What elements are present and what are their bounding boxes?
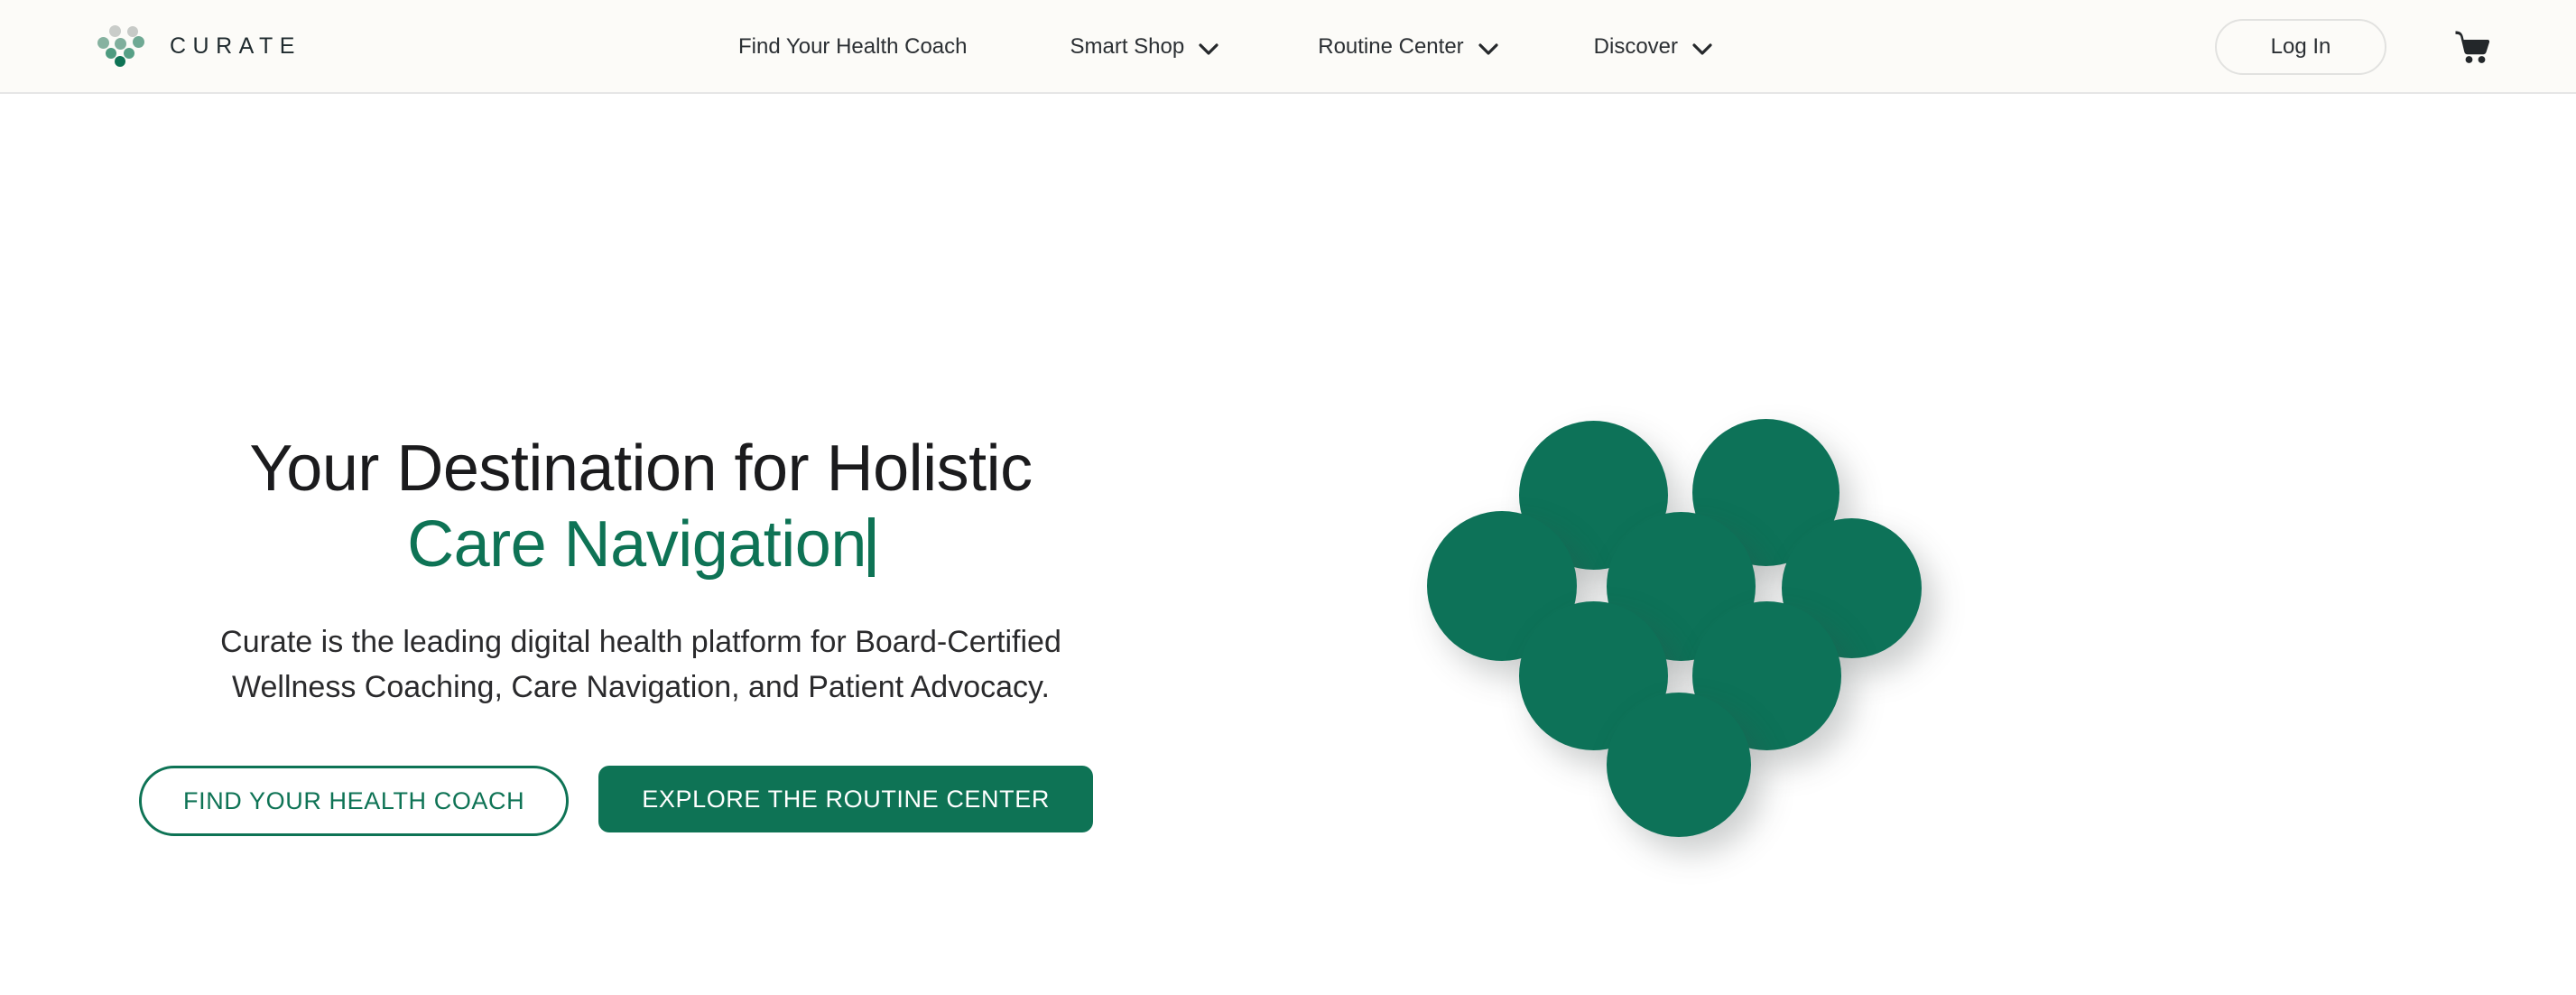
hero-section: Your Destination for Holistic Care Navig… (0, 94, 2576, 995)
hero-headline-accent: Care Navigation (407, 508, 866, 581)
hero-subheadline-line1: Curate is the leading digital health pla… (220, 625, 1061, 660)
hero-subheadline: Curate is the leading digital health pla… (0, 620, 1282, 710)
nav-item-routine-center[interactable]: Routine Center (1318, 29, 1498, 65)
nav-item-find-your-health-coach[interactable]: Find Your Health Coach (738, 29, 968, 65)
brand-logo-link[interactable]: CURATE (94, 25, 301, 67)
curate-grape-dots-logo (94, 25, 153, 67)
header-actions: Log In (2215, 0, 2576, 94)
find-your-health-coach-button[interactable]: FIND YOUR HEALTH COACH (139, 766, 570, 837)
nav-item-label: Routine Center (1318, 34, 1464, 59)
log-in-button[interactable]: Log In (2215, 19, 2386, 75)
logo-dot-2 (97, 37, 109, 49)
explore-the-routine-center-button[interactable]: EXPLORE THE ROUTINE CENTER (598, 766, 1093, 833)
logo-dot-0 (109, 25, 121, 37)
teal-circle-cluster-graphic (1345, 392, 2157, 952)
chevron-down-icon (1478, 42, 1498, 55)
hero-copy-block: Your Destination for Holistic Care Navig… (0, 431, 1282, 837)
chevron-down-icon (1199, 42, 1219, 55)
hero-cta-row: FIND YOUR HEALTH COACH EXPLORE THE ROUTI… (0, 766, 1282, 837)
logo-dot-5 (106, 48, 116, 59)
hero-circle-7 (1607, 693, 1751, 837)
shopping-cart-icon (2453, 28, 2491, 67)
site-header: CURATE Find Your Health Coach Smart Shop… (0, 0, 2576, 94)
hero-headline: Your Destination for Holistic Care Navig… (0, 431, 1282, 582)
hero-subheadline-line2: Wellness Coaching, Care Navigation, and … (232, 669, 1050, 704)
shopping-cart-button[interactable] (2451, 27, 2493, 67)
logo-dot-4 (133, 36, 144, 48)
primary-navigation: Find Your Health Coach Smart Shop Routin… (738, 0, 1712, 94)
brand-wordmark: CURATE (170, 33, 301, 59)
nav-item-label: Discover (1593, 34, 1679, 59)
logo-dot-7 (115, 56, 125, 67)
logo-dot-6 (124, 48, 134, 59)
nav-item-discover[interactable]: Discover (1594, 29, 1712, 65)
nav-item-label: Smart Shop (1070, 34, 1185, 59)
nav-item-label: Find Your Health Coach (738, 34, 968, 59)
logo-dot-3 (115, 38, 126, 50)
chevron-down-icon (1692, 42, 1712, 55)
typing-caret (867, 517, 875, 578)
hero-headline-line1: Your Destination for Holistic (249, 432, 1033, 505)
nav-item-smart-shop[interactable]: Smart Shop (1070, 29, 1219, 65)
